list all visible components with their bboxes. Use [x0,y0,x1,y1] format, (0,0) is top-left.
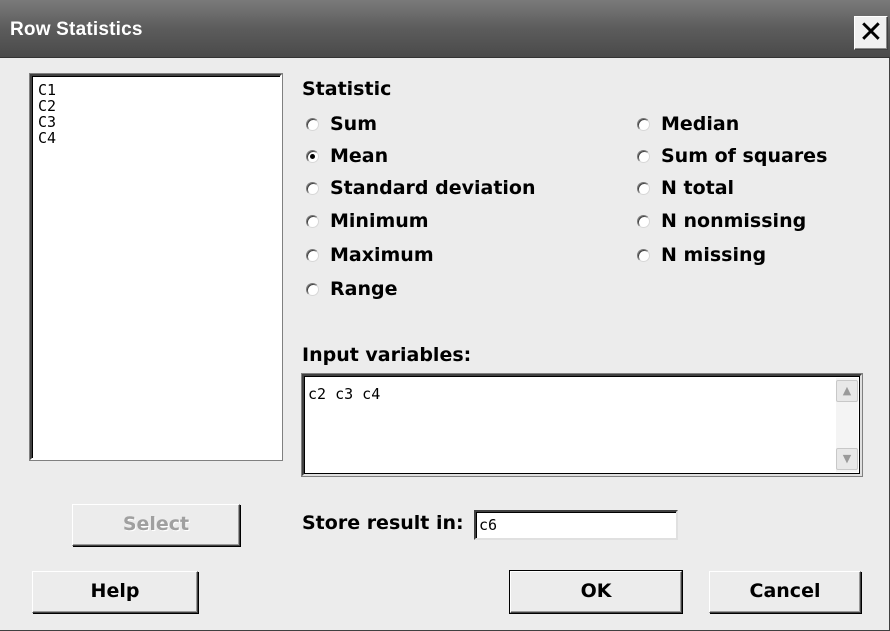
input-variables-scrollbar[interactable]: ▲ ▼ [836,378,858,472]
scroll-up-button[interactable]: ▲ [836,380,858,402]
radio-range-label: Range [330,278,398,300]
title-bar: Row Statistics ✕ [0,0,890,58]
input-variables-text: c2 c3 c4 [308,385,381,403]
close-icon: ✕ [858,15,884,50]
radio-n-missing-indicator[interactable] [637,248,650,262]
radio-mean-indicator[interactable] [306,149,319,163]
radio-minimum-label: Minimum [330,210,429,232]
radio-maximum[interactable]: Maximum [306,242,434,268]
radio-median[interactable]: Median [637,111,739,137]
ok-button[interactable]: OK [510,571,682,613]
help-button[interactable]: Help [32,571,198,613]
radio-standard-deviation[interactable]: Standard deviation [306,175,536,201]
radio-sum-label: Sum [330,113,378,135]
radio-minimum[interactable]: Minimum [306,208,429,234]
radio-mean[interactable]: Mean [306,143,388,169]
radio-mean-label: Mean [330,145,389,167]
cancel-button[interactable]: Cancel [709,571,861,613]
radio-range-indicator[interactable] [306,282,319,296]
dialog-title: Row Statistics [10,19,143,40]
radio-sum-of-squares[interactable]: Sum of squares [637,143,827,169]
input-variables-field[interactable]: c2 c3 c4 ▲ ▼ [302,374,862,476]
chevron-down-icon: ▼ [842,452,852,465]
radio-n-nonmissing-label: N nonmissing [661,210,807,232]
radio-n-total-label: N total [661,177,735,199]
radio-sum-indicator[interactable] [306,117,319,131]
list-item[interactable]: C3 [38,114,280,130]
radio-n-nonmissing-indicator[interactable] [637,214,650,228]
select-button[interactable]: Select [72,504,240,546]
radio-range[interactable]: Range [306,276,397,302]
chevron-up-icon: ▲ [842,384,852,397]
radio-n-total[interactable]: N total [637,175,734,201]
list-item[interactable]: C2 [38,98,280,114]
store-result-label: Store result in: [302,512,464,534]
radio-median-indicator[interactable] [637,117,650,131]
scroll-down-button[interactable]: ▼ [836,448,858,470]
radio-n-missing[interactable]: N missing [637,242,766,268]
radio-n-missing-label: N missing [661,244,767,266]
input-variables-label: Input variables: [302,344,472,366]
radio-minimum-indicator[interactable] [306,214,319,228]
radio-sum-of-squares-label: Sum of squares [661,145,828,167]
radio-standard-deviation-indicator[interactable] [306,181,319,195]
radio-maximum-indicator[interactable] [306,248,319,262]
radio-n-total-indicator[interactable] [637,181,650,195]
radio-sum-of-squares-indicator[interactable] [637,149,650,163]
radio-sum[interactable]: Sum [306,111,377,137]
radio-median-label: Median [661,113,740,135]
store-result-field[interactable]: c6 [474,510,678,540]
variables-listbox[interactable]: C1 C2 C3 C4 [30,74,282,460]
radio-standard-deviation-label: Standard deviation [330,177,536,199]
radio-n-nonmissing[interactable]: N nonmissing [637,208,806,234]
list-item[interactable]: C1 [38,82,280,98]
radio-maximum-label: Maximum [330,244,434,266]
row-statistics-dialog: Row Statistics ✕ C1 C2 C3 C4 Statistic S… [0,0,890,631]
statistic-heading: Statistic [302,78,392,100]
list-item[interactable]: C4 [38,130,280,146]
close-button[interactable]: ✕ [854,16,888,50]
